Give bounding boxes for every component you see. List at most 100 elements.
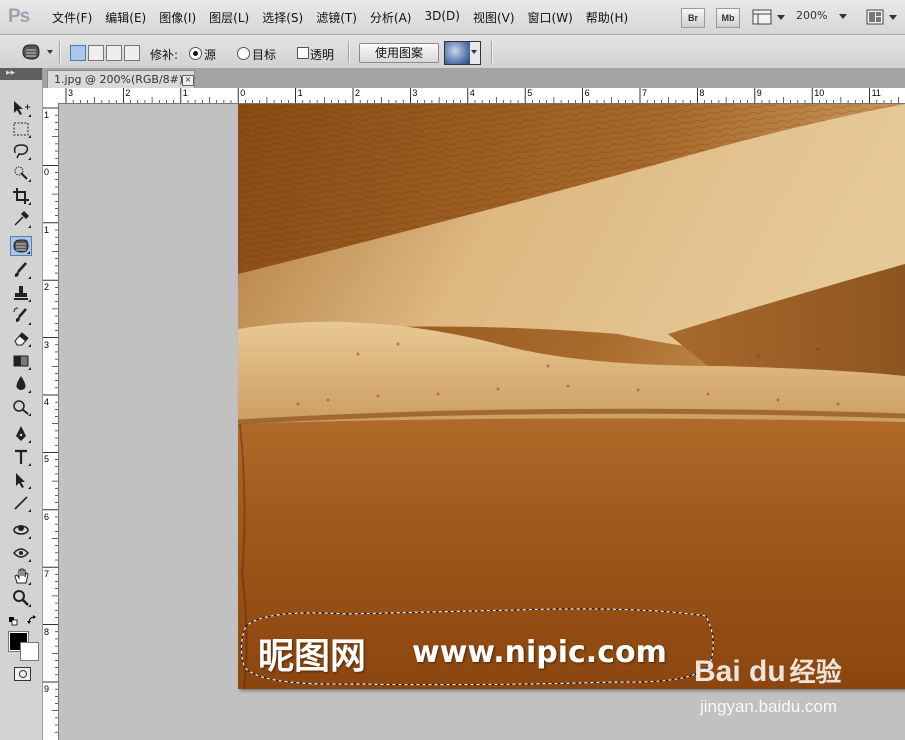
path-select-tool[interactable] xyxy=(10,470,32,490)
clone-stamp-tool[interactable] xyxy=(10,283,32,303)
watermark-logo-text: 昵图网 xyxy=(258,636,367,677)
zoom-tool[interactable] xyxy=(10,588,32,608)
photoshop-logo: Ps xyxy=(8,6,30,27)
ruler-label: 3 xyxy=(68,88,74,98)
menu-layer[interactable]: 图层(L) xyxy=(209,9,249,26)
pattern-picker-dropdown[interactable] xyxy=(470,41,481,65)
menu-image[interactable]: 图像(I) xyxy=(159,9,196,26)
menu-window[interactable]: 窗口(W) xyxy=(528,9,573,26)
line-tool[interactable] xyxy=(10,493,32,513)
submenu-indicator-icon xyxy=(28,463,31,466)
target-radio[interactable] xyxy=(237,47,250,60)
view-extras-icon xyxy=(752,9,785,25)
ruler-label: 0 xyxy=(44,167,50,178)
menu-help[interactable]: 帮助(H) xyxy=(586,9,628,26)
ruler-label: 7 xyxy=(44,569,50,580)
ruler-label: 11 xyxy=(871,88,881,98)
eyedropper-tool[interactable] xyxy=(10,209,32,229)
blur-tool[interactable] xyxy=(10,374,32,394)
chevron-down-icon xyxy=(838,13,847,19)
ruler-origin[interactable] xyxy=(43,88,59,104)
submenu-indicator-icon xyxy=(28,225,31,228)
hand-tool[interactable] xyxy=(10,566,32,586)
submenu-indicator-icon xyxy=(28,536,31,539)
menu-file[interactable]: 文件(F) xyxy=(52,9,92,26)
submenu-indicator-icon xyxy=(28,413,31,416)
options-bar: 修补: 源 目标 透明 使用图案 xyxy=(0,35,905,69)
pen-tool[interactable] xyxy=(10,424,32,444)
submenu-indicator-icon xyxy=(28,440,31,443)
patch-tool[interactable] xyxy=(10,236,32,256)
type-tool[interactable] xyxy=(10,447,32,467)
source-label: 源 xyxy=(204,48,217,62)
view-extras-button[interactable] xyxy=(752,9,786,28)
target-label: 目标 xyxy=(252,48,277,62)
subtract-from-selection-button[interactable] xyxy=(106,45,122,61)
submenu-indicator-icon xyxy=(28,322,31,325)
gradient-tool[interactable] xyxy=(10,351,32,371)
document-canvas[interactable] xyxy=(238,104,905,689)
pattern-swatch[interactable] xyxy=(444,41,471,65)
default-colors-icon[interactable] xyxy=(9,615,18,626)
ruler-label: 4 xyxy=(44,397,50,407)
tool-preset-picker[interactable] xyxy=(20,41,56,66)
dodge-tool[interactable] xyxy=(10,397,32,417)
close-icon[interactable]: × xyxy=(182,75,194,86)
menu-items: 文件(F) 编辑(E) 图像(I) 图层(L) 选择(S) 滤镜(T) 分析(A… xyxy=(45,9,634,26)
ruler-label: 5 xyxy=(44,454,50,465)
document-tab[interactable]: 1.jpg @ 200%(RGB/8#) × xyxy=(47,70,195,88)
quick-mask-button[interactable] xyxy=(14,667,31,681)
menu-edit[interactable]: 编辑(E) xyxy=(105,9,146,26)
baidu-logo-text: Bai du xyxy=(694,655,786,688)
submenu-indicator-icon xyxy=(28,344,31,347)
submenu-indicator-icon xyxy=(27,251,30,254)
watermark-url-text: www.nipic.com xyxy=(412,635,667,670)
submenu-indicator-icon xyxy=(28,299,31,302)
3d-orbit-tool[interactable] xyxy=(10,543,32,563)
submenu-indicator-icon xyxy=(28,390,31,393)
submenu-indicator-icon xyxy=(28,114,31,117)
new-selection-button[interactable] xyxy=(70,45,86,61)
menu-view[interactable]: 视图(V) xyxy=(473,9,515,26)
use-pattern-button[interactable]: 使用图案 xyxy=(359,43,439,63)
arrange-documents-button[interactable] xyxy=(866,9,900,28)
submenu-indicator-icon xyxy=(28,276,31,279)
zoom-level-dropdown[interactable]: 200% xyxy=(796,9,847,22)
mini-bridge-button[interactable]: Mb xyxy=(716,8,740,28)
patch-label: 修补: xyxy=(150,48,179,62)
desert-dunes-image xyxy=(238,104,905,689)
tools-panel-header[interactable]: ▸▸ xyxy=(0,68,42,80)
3d-rotate-tool[interactable] xyxy=(10,520,32,540)
background-color-swatch[interactable] xyxy=(20,642,39,661)
divider xyxy=(348,41,350,63)
crop-tool[interactable] xyxy=(10,186,32,206)
menu-analysis[interactable]: 分析(A) xyxy=(370,9,412,26)
menu-3d[interactable]: 3D(D) xyxy=(424,9,459,26)
intersect-selection-button[interactable] xyxy=(124,45,140,61)
lasso-tool[interactable] xyxy=(10,141,32,161)
move-tool[interactable] xyxy=(10,98,32,118)
patch-tool-preset-icon xyxy=(22,44,53,60)
add-to-selection-button[interactable] xyxy=(88,45,104,61)
menu-select[interactable]: 选择(S) xyxy=(262,9,303,26)
horizontal-ruler[interactable]: 3 2 1 0 1 2 3 4 5 6 7 8 9 10 11 xyxy=(58,88,905,104)
history-brush-tool[interactable] xyxy=(10,306,32,326)
brush-tool[interactable] xyxy=(10,260,32,280)
marquee-tool[interactable] xyxy=(10,119,32,139)
eraser-tool[interactable] xyxy=(10,328,32,348)
submenu-indicator-icon xyxy=(28,486,31,489)
ruler-label: 0 xyxy=(240,88,246,98)
ruler-label: 9 xyxy=(44,684,50,694)
bridge-button[interactable]: Br xyxy=(681,8,705,28)
source-radio[interactable] xyxy=(189,47,202,60)
vertical-ruler[interactable]: 1 0 1 2 3 4 5 6 7 8 9 xyxy=(43,103,59,740)
swap-colors-icon[interactable] xyxy=(27,614,37,628)
quick-select-tool[interactable] xyxy=(10,163,32,183)
ruler-label: 9 xyxy=(756,88,762,98)
divider xyxy=(59,41,61,63)
arrange-documents-icon xyxy=(866,9,897,25)
menu-filter[interactable]: 滤镜(T) xyxy=(316,9,357,26)
document-tab-title: 1.jpg @ 200%(RGB/8#) xyxy=(54,73,184,86)
submenu-indicator-icon xyxy=(28,559,31,562)
transparent-checkbox[interactable] xyxy=(297,47,309,59)
